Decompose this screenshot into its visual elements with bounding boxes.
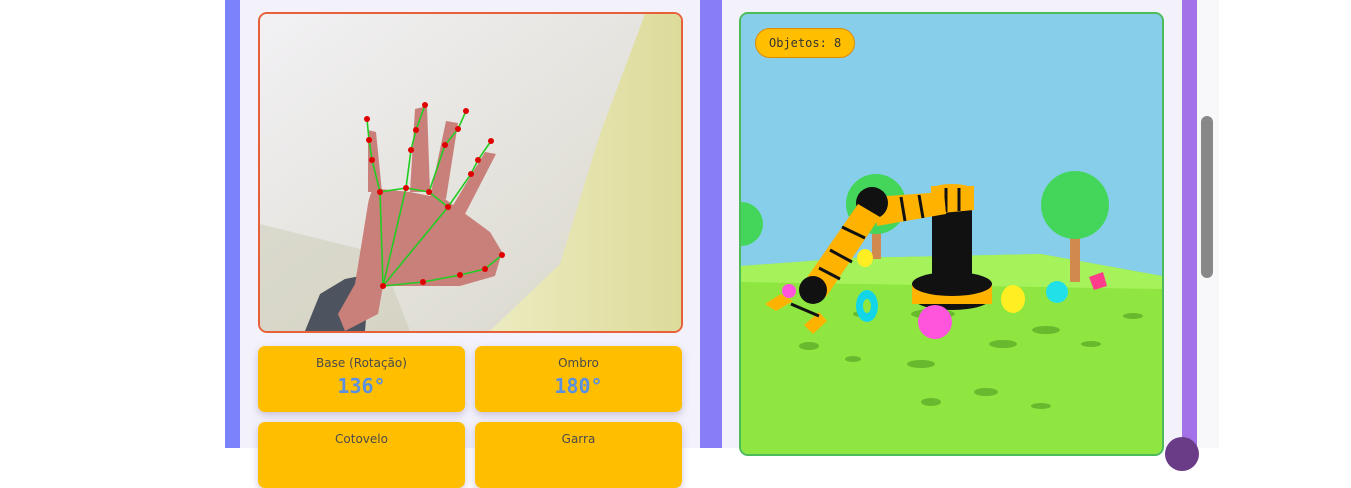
shoulder-label: Ombro bbox=[558, 356, 599, 370]
robot-simulation-view[interactable]: Objetos: 8 bbox=[739, 12, 1164, 456]
shoulder-card: Ombro 180° bbox=[475, 346, 682, 412]
gripper-label: Garra bbox=[561, 432, 596, 446]
simulation-scene bbox=[741, 14, 1162, 454]
elbow-card: Cotovelo bbox=[258, 422, 465, 488]
gripper-card: Garra bbox=[475, 422, 682, 488]
base-rotation-value: 136° bbox=[337, 374, 386, 398]
elbow-label: Cotovelo bbox=[335, 432, 388, 446]
camera-image bbox=[260, 14, 681, 331]
floating-action-button[interactable] bbox=[1165, 437, 1199, 471]
shoulder-value: 180° bbox=[554, 374, 603, 398]
base-rotation-card: Base (Rotação) 136° bbox=[258, 346, 465, 412]
camera-feed bbox=[258, 12, 683, 333]
objects-count-badge: Objetos: 8 bbox=[755, 28, 856, 58]
base-rotation-label: Base (Rotação) bbox=[316, 356, 407, 370]
scrollbar-thumb[interactable] bbox=[1201, 116, 1213, 278]
